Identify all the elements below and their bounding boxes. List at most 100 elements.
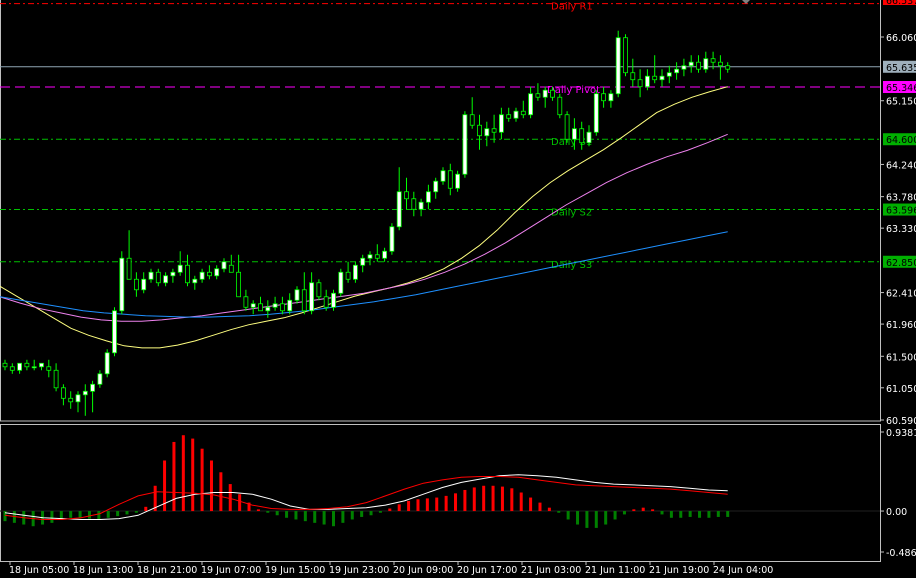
candle-body [133,278,139,291]
macd-histogram-bar [491,485,495,512]
macd-histogram-bar [576,511,580,525]
candle-body [652,75,658,81]
macd-histogram-bar [435,497,439,512]
candle-body [542,89,548,98]
macd-histogram-bar [200,448,204,512]
time-tick-label: 19 Jun 15:00 [265,565,325,576]
time-tick-label: 18 Jun 21:00 [137,565,197,576]
price-tick-label: 64.240 [886,160,916,171]
candle-body [389,226,395,252]
candle-body [601,93,606,102]
price-tick-label: 65.150 [886,97,916,108]
macd-histogram-bar [622,511,626,515]
macd-histogram-bar [322,511,326,525]
candle-body [557,96,563,116]
candle-body [236,271,242,298]
time-tick-label: 20 Jun 09:00 [393,565,453,576]
pivot-label: Daily S2 [551,208,592,219]
macd-histogram-bar [472,487,476,512]
candle-body [24,362,30,368]
price-tick-label: 63.780 [886,193,916,204]
candle-body [593,93,599,133]
price-tag-label: 65.635 [886,63,916,74]
macd-histogram-bar [669,511,673,518]
candle-body [323,296,329,308]
candle-body [119,257,125,312]
price-tick-label: 60.590 [886,416,916,427]
candle-body [345,271,351,280]
macd-histogram-bar [144,506,148,512]
candle-body [725,65,731,70]
candle-body [228,264,234,273]
macd-histogram-bar [688,511,692,517]
macd-histogram-bar [360,511,364,517]
macd-histogram-bar [191,438,195,512]
macd-histogram-bar [538,502,542,512]
macd-histogram-bar [716,511,720,517]
price-tick-label: 61.500 [886,352,916,363]
macd-histogram-bar [547,507,551,512]
candle-body [75,394,81,403]
macd-histogram-bar [78,511,82,518]
macd-histogram-bar [698,511,702,518]
macd-histogram-bar [510,488,514,512]
macd-histogram-bar [594,511,598,528]
macd-histogram-bar [660,511,664,515]
candle-body [316,282,322,298]
pivot-label: Daily S3 [551,260,592,271]
candle-body [163,275,169,284]
macd-histogram-bar [454,493,458,512]
candle-body [425,191,431,203]
price-tag-label: 62.850 [886,258,916,269]
candle-body [462,114,468,175]
candle-body [97,373,103,385]
candle-body [506,114,512,119]
macd-histogram-bar [482,485,486,512]
candle-body [177,264,183,273]
candle-body [681,65,687,70]
macd-histogram-bar [209,460,213,512]
macd-histogram-bar [388,508,392,512]
r1-price-tag-label: 66.537 [886,0,916,7]
candle-body [170,271,176,277]
macd-histogram-bar [407,500,411,512]
price-chart[interactable]: Daily R1 Daily Pivot Daily S1 Daily S2 Daily… [0,0,916,578]
candle-body [265,306,271,312]
candle-body [659,75,665,81]
candle-body [637,79,643,88]
candle-body [148,271,154,280]
candle-body [666,72,672,77]
macd-histogram-bar [181,435,185,512]
candle-body [17,362,23,371]
time-tick-label: 24 Jun 04:00 [713,565,773,576]
macd-histogram-bar [313,511,317,523]
candle-body [615,37,621,95]
candle-body [550,89,555,98]
candle-body [82,390,88,396]
macd-histogram-bar [378,511,382,513]
candle-body [382,250,388,259]
candle-body [520,110,526,116]
macd-histogram-bar [585,511,589,528]
macd-histogram-bar [303,511,307,522]
macd-histogram-bar [613,511,617,520]
macd-histogram-bar [529,497,533,512]
candle-body [112,310,117,354]
macd-histogram-bar [557,511,561,513]
candle-body [31,366,37,369]
candle-body [352,264,358,280]
candle-body [455,173,461,189]
trading-chart-window: Daily R1 Daily Pivot Daily S1 Daily S2 Daily… [0,0,916,578]
time-tick-label: 19 Jun 07:00 [201,565,261,576]
candle-body [192,278,198,284]
candle-body [374,254,380,259]
candle-body [710,58,716,63]
pivot-label: Daily R1 [551,2,593,13]
macd-histogram-bar [332,511,335,527]
macd-histogram-bar [275,511,279,516]
macd-histogram-bar [134,511,138,513]
macd-histogram-bar [238,494,242,512]
price-tag-label: 63.596 [886,206,916,217]
macd-histogram-bar [285,511,289,518]
macd-histogram-bar [350,511,354,520]
